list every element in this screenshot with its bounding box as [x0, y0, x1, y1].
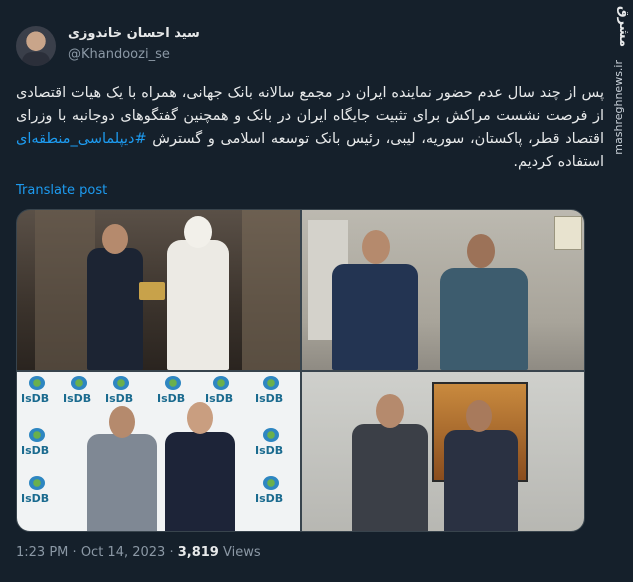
meta-separator: ·	[169, 545, 174, 560]
watermark-logo: مشرق	[616, 6, 631, 47]
person-suit	[87, 434, 157, 531]
isdb-logo-icon	[165, 376, 181, 390]
isdb-text: IsDB	[21, 392, 50, 405]
translate-post-link[interactable]: Translate post	[16, 183, 107, 198]
person-head	[187, 402, 213, 434]
isdb-text: IsDB	[157, 392, 186, 405]
author-block: سید احسان خاندوزی @Khandoozi_se	[68, 26, 200, 62]
isdb-text: IsDB	[255, 492, 284, 505]
site-watermark: مشرق mashreghnews.ir	[601, 0, 631, 260]
tweet-text-end: استفاده کردیم.	[513, 154, 604, 170]
curtain-left	[35, 210, 95, 370]
isdb-logo-icon	[29, 376, 45, 390]
person-dress	[440, 268, 528, 370]
isdb-text: IsDB	[21, 444, 50, 457]
author-handle[interactable]: @Khandoozi_se	[68, 47, 200, 62]
tweet-header: سید احسان خاندوزی @Khandoozi_se	[16, 26, 576, 70]
person-suit	[165, 432, 235, 531]
person-head	[362, 230, 390, 264]
person-thobe	[167, 240, 229, 370]
photo-2[interactable]	[302, 210, 584, 370]
isdb-text: IsDB	[205, 392, 234, 405]
isdb-logo-icon	[71, 376, 87, 390]
watermark-url: mashreghnews.ir	[612, 60, 625, 155]
wall-sign	[554, 216, 582, 250]
isdb-text: IsDB	[255, 392, 284, 405]
avatar[interactable]	[16, 26, 56, 66]
photo-4[interactable]	[302, 372, 584, 531]
hashtag-link[interactable]: #دیپلماسی_منطقه‌ای	[16, 131, 147, 147]
isdb-logo-icon	[29, 476, 45, 490]
views-label: Views	[223, 545, 261, 560]
person-suit	[332, 264, 418, 370]
person-suit	[87, 248, 143, 370]
isdb-logo-icon	[213, 376, 229, 390]
tweet-meta: 1:23 PM · Oct 14, 2023 · 3,819 Views	[16, 545, 261, 560]
person-head	[102, 224, 128, 254]
tweet-card: سید احسان خاندوزی @Khandoozi_se مشرق mas…	[0, 0, 633, 582]
media-grid: IsDB IsDB IsDB IsDB IsDB IsDB IsDB IsDB …	[16, 209, 585, 532]
post-time[interactable]: 1:23 PM	[16, 545, 68, 560]
isdb-text: IsDB	[105, 392, 134, 405]
views-count: 3,819	[177, 545, 219, 560]
author-display-name[interactable]: سید احسان خاندوزی	[68, 26, 200, 41]
meta-separator: ·	[72, 545, 77, 560]
isdb-logo-icon	[263, 376, 279, 390]
isdb-logo-icon	[29, 428, 45, 442]
person-head	[109, 406, 135, 438]
person-suit	[352, 424, 428, 531]
post-date[interactable]: Oct 14, 2023	[81, 545, 166, 560]
person-head	[467, 234, 495, 268]
isdb-text: IsDB	[63, 392, 92, 405]
person-head	[466, 400, 492, 432]
person-suit	[444, 430, 518, 531]
isdb-logo-icon	[263, 476, 279, 490]
isdb-logo-icon	[113, 376, 129, 390]
photo-1[interactable]	[17, 210, 300, 370]
person-head	[376, 394, 404, 428]
photo-3[interactable]: IsDB IsDB IsDB IsDB IsDB IsDB IsDB IsDB …	[17, 372, 300, 531]
tweet-text: پس از چند سال عدم حضور نماینده ایران در …	[16, 82, 604, 174]
curtain-right	[242, 210, 300, 370]
isdb-logo-icon	[263, 428, 279, 442]
isdb-text: IsDB	[21, 492, 50, 505]
plaque	[139, 282, 165, 300]
person-ghutra	[184, 216, 212, 248]
isdb-text: IsDB	[255, 444, 284, 457]
